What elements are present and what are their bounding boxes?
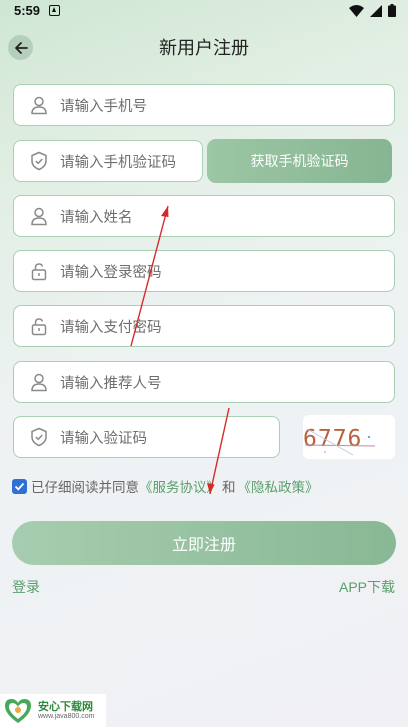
status-time: 5:59 [14, 3, 41, 18]
service-agreement-link[interactable]: 《服务协议》 [139, 476, 220, 496]
user-icon [28, 94, 50, 116]
agreement-checkbox[interactable] [12, 478, 27, 494]
name-field[interactable]: 请输入姓名 [13, 195, 395, 237]
watermark-name: 安心下载网 [38, 700, 93, 713]
captcha-field[interactable]: 请输入验证码 [13, 416, 280, 458]
captcha-text: 6776 [303, 426, 362, 452]
wifi-icon [349, 4, 364, 17]
captcha-image[interactable]: 6776 [303, 415, 395, 459]
status-bar: 5:59 [0, 0, 408, 22]
register-button[interactable]: 立即注册 [12, 521, 396, 565]
referrer-placeholder: 请输入推荐人号 [60, 375, 162, 392]
captcha-placeholder: 请输入验证码 [60, 430, 147, 447]
pay-password-placeholder: 请输入支付密码 [60, 319, 162, 336]
lock-icon [28, 315, 50, 337]
sms-code-placeholder: 请输入手机验证码 [60, 154, 176, 171]
app-download-link[interactable]: APP下载 [339, 577, 395, 597]
check-icon [14, 482, 25, 491]
sms-code-field[interactable]: 请输入手机验证码 [13, 140, 203, 182]
referrer-field[interactable]: 请输入推荐人号 [13, 361, 395, 403]
login-password-placeholder: 请输入登录密码 [60, 264, 162, 281]
shield-icon [28, 426, 50, 448]
user-icon [28, 205, 50, 227]
login-password-field[interactable]: 请输入登录密码 [13, 250, 395, 292]
pay-password-field[interactable]: 请输入支付密码 [13, 305, 395, 347]
notification-icon [49, 5, 60, 16]
privacy-policy-link[interactable]: 《隐私政策》 [238, 476, 319, 496]
watermark-logo-icon [5, 699, 31, 723]
login-link[interactable]: 登录 [12, 577, 40, 597]
phone-field[interactable]: 请输入手机号 [13, 84, 395, 126]
shield-icon [28, 150, 50, 172]
signal-icon [370, 4, 382, 17]
agreement-text: 已仔细阅读并同意 [31, 480, 139, 496]
agreement-row: 已仔细阅读并同意 《服务协议》 和 《隐私政策》 [12, 476, 319, 496]
user-icon [28, 371, 50, 393]
battery-icon [388, 4, 396, 17]
system-icons [349, 4, 396, 17]
phone-placeholder: 请输入手机号 [60, 98, 147, 115]
name-placeholder: 请输入姓名 [60, 209, 133, 226]
get-sms-code-button[interactable]: 获取手机验证码 [207, 139, 392, 183]
page-title: 新用户注册 [159, 38, 249, 59]
watermark-url: www.java800.com [38, 713, 95, 720]
lock-icon [28, 260, 50, 282]
agreement-and: 和 [222, 480, 236, 496]
